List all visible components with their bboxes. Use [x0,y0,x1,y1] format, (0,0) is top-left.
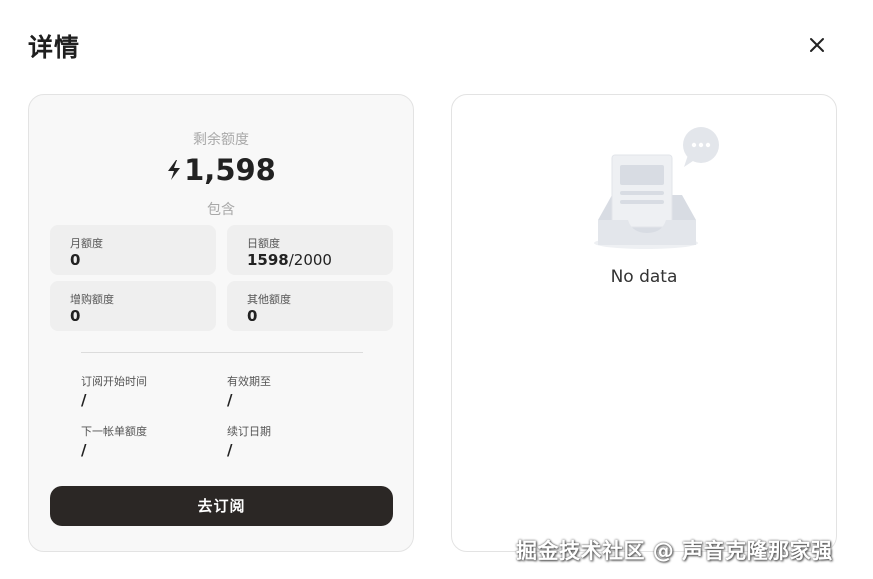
subscription-start-label: 订阅开始时间 [81,375,147,388]
purchased-quota-value: 0 [70,307,81,325]
details-panel: No data [451,94,837,552]
empty-inbox-icon [594,127,719,249]
other-quota-label: 其他额度 [247,293,291,306]
no-data-text: No data [610,267,678,287]
include-label: 包含 [207,202,235,218]
valid-until-value: / [227,391,233,409]
purchased-quota-label: 增购额度 [70,293,114,306]
subscription-start-value: / [81,391,87,409]
daily-quota-total: /2000 [288,251,332,269]
purchased-quota-cell: 增购额度 0 [50,281,216,331]
valid-until-label: 有效期至 [227,375,271,388]
renewal-date-label: 续订日期 [227,425,271,438]
monthly-quota-value: 0 [70,251,81,269]
quota-panel: 剩余额度 1,598 包含 月额度 0 日额度 1598/2000 增购额度 0… [28,94,414,552]
remaining-quota: 1,598 [29,153,413,187]
monthly-quota-cell: 月额度 0 [50,225,216,275]
remaining-quota-label: 剩余额度 [193,132,249,148]
watermark: 掘金技术社区 @ 声音克隆那家强 [516,539,833,563]
divider [81,352,363,353]
monthly-quota-label: 月额度 [70,237,103,250]
daily-quota-value: 1598/2000 [247,251,332,269]
other-quota-cell: 其他额度 0 [227,281,393,331]
page-title: 详情 [28,33,81,62]
lightning-bolt-icon [168,160,181,180]
renewal-date-value: / [227,441,233,459]
daily-quota-cell: 日额度 1598/2000 [227,225,393,275]
next-bill-value: / [81,441,87,459]
other-quota-value: 0 [247,307,258,325]
daily-quota-label: 日额度 [247,237,280,250]
next-bill-label: 下一帐单额度 [81,425,147,438]
remaining-quota-value: 1,598 [184,153,276,187]
daily-quota-used: 1598 [247,251,289,269]
close-icon[interactable] [804,32,830,58]
subscribe-button[interactable]: 去订阅 [50,486,393,526]
